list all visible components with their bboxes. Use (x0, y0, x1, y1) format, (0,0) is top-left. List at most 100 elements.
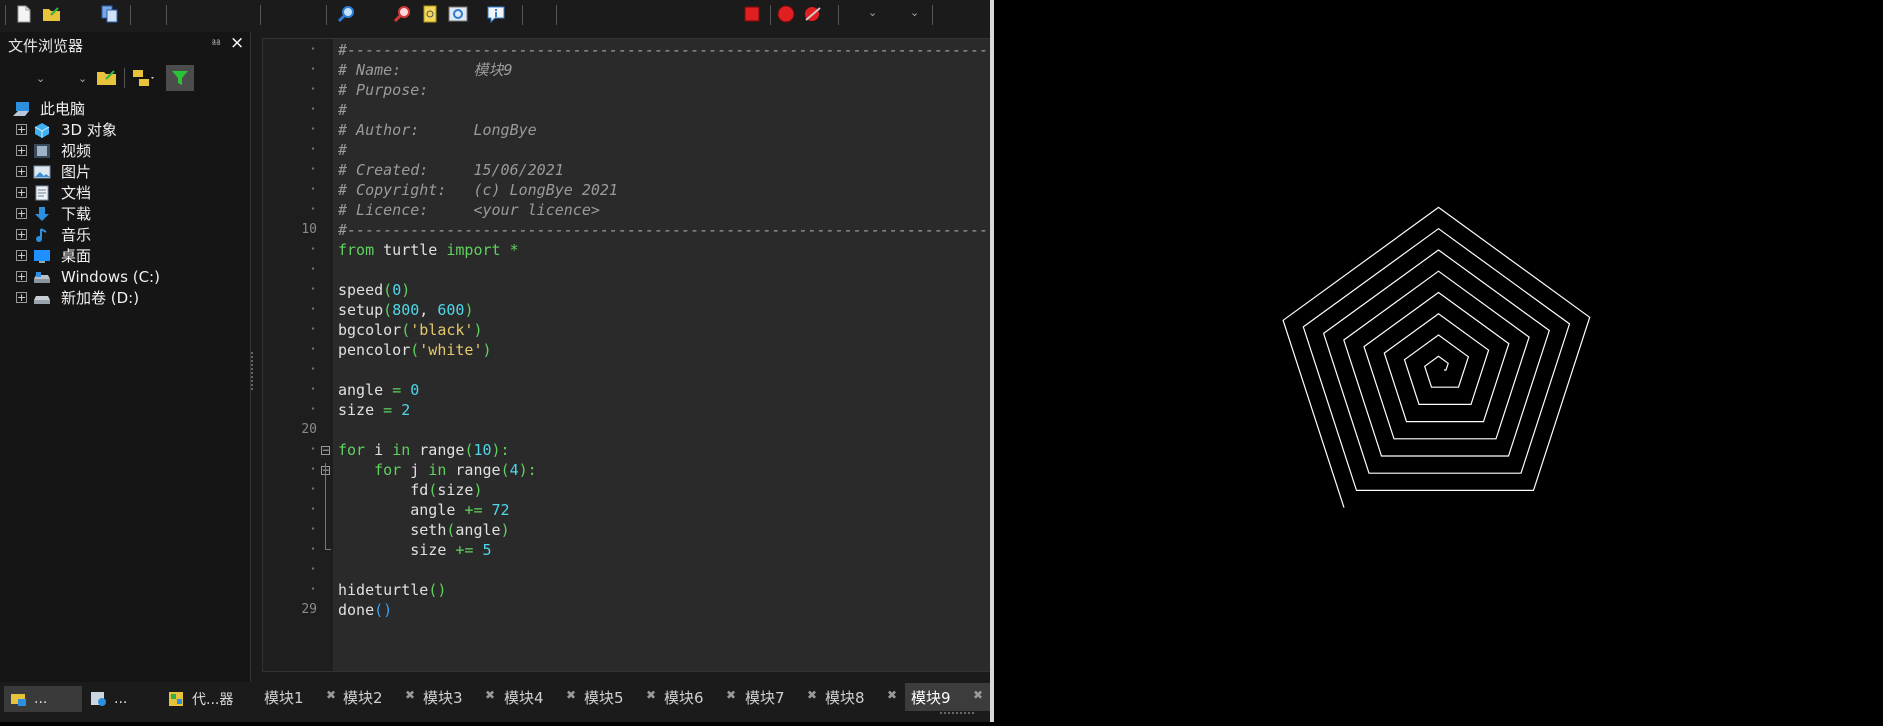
tab-file-browser[interactable]: ... (4, 686, 82, 712)
zoom-icon[interactable] (448, 4, 468, 24)
code-line[interactable]: angle += 72 (338, 500, 509, 520)
tree-item-documents[interactable]: + 文档 (12, 182, 242, 203)
tab-code-browser[interactable]: 代...器 (166, 686, 250, 712)
tree-item-drive-c[interactable]: + Windows (C:) (12, 266, 242, 287)
find-next-icon[interactable] (393, 4, 413, 24)
tab-label: 模块8 (825, 688, 865, 707)
close-tab-icon[interactable]: ✖ (646, 688, 656, 702)
code-token: hideturtle (338, 581, 429, 599)
clear-icon[interactable] (803, 4, 823, 24)
find-icon[interactable] (336, 4, 356, 24)
code-token: j (401, 461, 429, 479)
code-line[interactable]: fd(size) (338, 480, 482, 500)
code-line[interactable]: from turtle import * (338, 240, 519, 260)
expand-icon[interactable]: + (16, 145, 27, 156)
code-line[interactable]: speed(0) (338, 280, 410, 300)
splitter-grip[interactable] (251, 352, 256, 390)
code-line[interactable]: angle = 0 (338, 380, 419, 400)
code-line[interactable]: # Author: LongBye (338, 120, 537, 140)
code-line[interactable]: # (338, 100, 347, 120)
expand-icon[interactable]: + (16, 124, 27, 135)
code-area[interactable]: #---------------------------------------… (333, 39, 991, 671)
folder-tree-icon[interactable] (132, 68, 156, 92)
code-token: fd (338, 481, 429, 499)
pin-icon[interactable]: ⎂ (211, 35, 221, 50)
tab-module[interactable]: 模块2 (343, 683, 403, 711)
code-editor[interactable]: ·········10·········20········29−− #----… (262, 38, 991, 672)
expand-icon[interactable]: + (16, 208, 27, 219)
tree-item-3d-objects[interactable]: + 3D 对象 (12, 119, 242, 140)
tab-module[interactable]: 模块7 (745, 683, 805, 711)
expand-icon[interactable]: + (16, 229, 27, 240)
chevron-down-icon[interactable]: ⌄ (910, 6, 919, 19)
close-tab-icon[interactable]: ✖ (807, 688, 817, 702)
tab-module[interactable]: 模块6 (664, 683, 724, 711)
record-icon[interactable] (776, 4, 796, 24)
tab-module[interactable]: 模块4 (504, 683, 564, 711)
line-number: · (309, 362, 317, 377)
tree-item-music[interactable]: + 音乐 (12, 224, 242, 245)
close-tab-icon[interactable]: ✖ (973, 688, 983, 702)
tab-module[interactable]: 模块3 (423, 683, 483, 711)
close-tab-icon[interactable]: ✖ (566, 688, 576, 702)
code-token: = (392, 381, 402, 399)
expand-icon[interactable]: + (16, 250, 27, 261)
chevron-down-icon[interactable]: ⌄ (78, 72, 87, 85)
code-line[interactable]: # Purpose: (338, 80, 428, 100)
code-line[interactable]: seth(angle) (338, 520, 509, 540)
tree-item-drive-d[interactable]: + 新加卷 (D:) (12, 287, 242, 308)
open-folder-icon[interactable] (96, 67, 118, 91)
code-line[interactable]: pencolor('white') (338, 340, 492, 360)
code-line[interactable]: setup(800, 600) (338, 300, 473, 320)
close-tab-icon[interactable]: ✖ (887, 688, 897, 702)
tab-module[interactable]: 模块1 (264, 683, 324, 711)
code-line[interactable]: for i in range(10): (338, 440, 510, 460)
code-line[interactable]: # Created: 15/06/2021 (338, 160, 564, 180)
code-line[interactable]: # Copyright: (c) LongBye 2021 (338, 180, 618, 200)
code-line[interactable]: bgcolor('black') (338, 320, 483, 340)
expand-icon[interactable]: + (16, 166, 27, 177)
chevron-down-icon[interactable]: ⌄ (36, 72, 45, 85)
line-number: · (309, 442, 317, 457)
close-icon[interactable]: × (230, 33, 244, 53)
code-line[interactable]: # Licence: <your licence> (338, 200, 600, 220)
tab-module[interactable]: 模块5 (584, 683, 644, 711)
line-number: · (309, 522, 317, 537)
expand-icon[interactable]: + (16, 271, 27, 282)
new-file-icon[interactable] (14, 4, 34, 24)
expand-icon[interactable]: + (16, 187, 27, 198)
fold-toggle-icon[interactable]: − (321, 446, 330, 456)
resize-grip[interactable] (940, 712, 974, 716)
code-line[interactable]: size = 2 (338, 400, 410, 420)
code-line[interactable]: done() (338, 600, 392, 620)
code-line[interactable]: # (338, 140, 347, 160)
code-line[interactable]: #---------------------------------------… (338, 40, 988, 60)
code-line[interactable]: #---------------------------------------… (338, 220, 988, 240)
close-tab-icon[interactable]: ✖ (405, 688, 415, 702)
copy-icon[interactable] (100, 4, 120, 24)
line-number: · (309, 502, 317, 517)
tree-item-videos[interactable]: + 视频 (12, 140, 242, 161)
info-icon[interactable] (486, 4, 506, 24)
expand-icon[interactable]: + (16, 292, 27, 303)
tab-module[interactable]: 模块8 (825, 683, 885, 711)
stop-icon[interactable] (742, 4, 762, 24)
close-tab-icon[interactable]: ✖ (726, 688, 736, 702)
tree-item-pictures[interactable]: + 图片 (12, 161, 242, 182)
tree-item-this-pc[interactable]: 此电脑 (12, 98, 242, 119)
code-line[interactable]: hideturtle() (338, 580, 446, 600)
tree-item-downloads[interactable]: + 下载 (12, 203, 242, 224)
code-line[interactable]: # Name: 模块9 (338, 60, 513, 80)
tab-project[interactable]: ... (86, 686, 164, 712)
code-line[interactable]: for j in range(4): (338, 460, 537, 480)
goto-icon[interactable] (420, 4, 440, 24)
filter-icon[interactable] (166, 65, 194, 91)
tree-item-desktop[interactable]: + 桌面 (12, 245, 242, 266)
open-file-icon[interactable] (42, 4, 62, 24)
chevron-down-icon[interactable]: ⌄ (868, 6, 877, 19)
code-line[interactable]: size += 5 (338, 540, 491, 560)
close-tab-icon[interactable]: ✖ (326, 688, 336, 702)
code-token: done (338, 601, 375, 619)
close-tab-icon[interactable]: ✖ (485, 688, 495, 702)
toolbar-separator (130, 5, 131, 25)
